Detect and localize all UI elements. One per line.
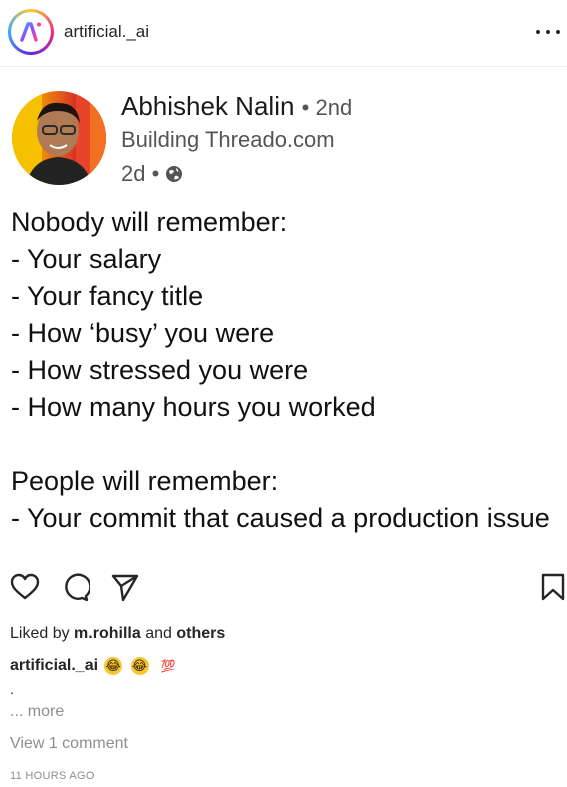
comment-button[interactable] xyxy=(58,570,92,604)
hundred-emoji-icon: 💯 xyxy=(160,659,176,673)
globe-icon xyxy=(166,166,183,182)
liked-by-others-link[interactable]: others xyxy=(176,625,225,642)
post-line: - Your commit that caused a production i… xyxy=(11,503,550,533)
author-name: Abhishek Nalin xyxy=(121,91,295,121)
view-comments-link[interactable]: View 1 comment xyxy=(10,735,128,753)
post-body-text: Nobody will remember: - Your salary - Yo… xyxy=(11,204,567,537)
post-line: Nobody will remember: xyxy=(11,207,288,237)
ai-gradient-logo-icon xyxy=(20,22,41,42)
caption-dot: . xyxy=(10,681,14,697)
post-line: People will remember: xyxy=(11,466,279,496)
joy-emoji-icon: 😂 xyxy=(104,657,123,675)
paper-plane-icon xyxy=(111,574,139,602)
caption: artificial._ai 😂 😂 💯 xyxy=(10,657,179,675)
profile-avatar[interactable] xyxy=(8,9,54,55)
post-image[interactable]: Abhishek Nalin • 2nd Building Threado.co… xyxy=(0,67,567,560)
more-horizontal-icon xyxy=(536,30,540,34)
post-line: - How stressed you were xyxy=(11,355,309,385)
liked-by: Liked by m.rohilla and others xyxy=(10,625,225,643)
more-dot xyxy=(546,30,550,34)
avatar-inner xyxy=(11,12,51,52)
caption-more-link[interactable]: ... more xyxy=(10,703,64,721)
connection-degree: • 2nd xyxy=(301,95,353,120)
author-name-line: Abhishek Nalin • 2nd xyxy=(121,91,352,122)
more-dot xyxy=(556,30,560,34)
comment-bubble-icon xyxy=(65,573,90,602)
like-button[interactable] xyxy=(8,570,42,604)
bookmark-icon xyxy=(541,573,565,601)
post-meta: 2d • xyxy=(121,161,183,187)
author-photo-figure xyxy=(12,91,106,185)
heart-icon xyxy=(10,573,40,600)
share-button[interactable] xyxy=(108,570,142,604)
header-username[interactable]: artificial._ai xyxy=(64,22,149,42)
post-line: - How many hours you worked xyxy=(11,392,376,422)
post-timestamp: 11 HOURS AGO xyxy=(10,770,95,782)
action-bar xyxy=(0,570,567,610)
post-line: - How ‘busy’ you were xyxy=(11,318,275,348)
post-line-blank xyxy=(11,426,567,463)
joy-emoji-icon: 😂 xyxy=(130,657,149,675)
liked-by-and: and xyxy=(145,625,172,642)
liked-by-user-link[interactable]: m.rohilla xyxy=(74,625,141,642)
author-headline: Building Threado.com xyxy=(121,127,335,152)
caption-username-link[interactable]: artificial._ai xyxy=(10,657,98,675)
post-line: - Your salary xyxy=(11,244,162,274)
more-options-button[interactable] xyxy=(536,22,560,42)
caption-emojis: 😂 😂 💯 xyxy=(100,657,179,675)
author-photo xyxy=(12,91,106,185)
post-line: - Your fancy title xyxy=(11,281,204,311)
post-header: artificial._ai xyxy=(0,0,567,67)
post-age: 2d • xyxy=(121,161,160,186)
liked-by-prefix: Liked by xyxy=(10,625,70,642)
save-button[interactable] xyxy=(536,570,567,604)
